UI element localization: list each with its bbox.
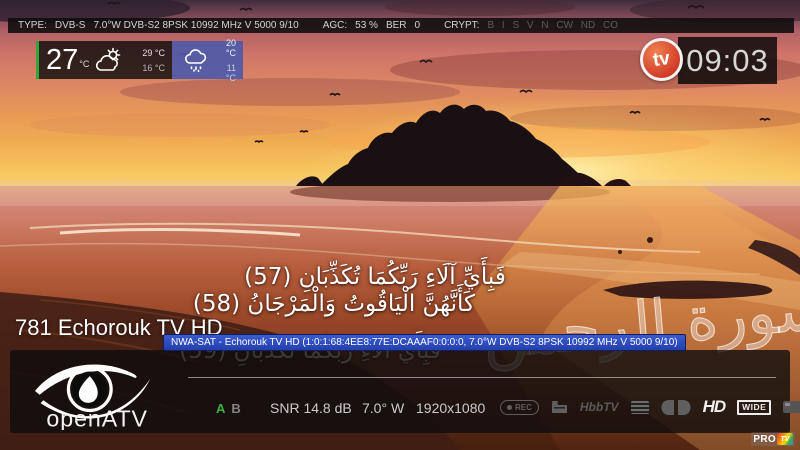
current-temperature: 27 — [46, 46, 78, 75]
openatv-logo: openATV — [30, 352, 170, 430]
subtitle-icon — [783, 401, 800, 413]
weather-tomorrow: 20 °C 11 °C — [172, 41, 243, 79]
channel-number: 781 — [15, 315, 52, 340]
brand-text: openATV — [46, 405, 148, 430]
record-dot — [507, 405, 512, 410]
agc-value: 53 % — [355, 20, 378, 31]
record-label: REC — [515, 403, 532, 412]
status-icon-row: REC HbbTV HD WIDE — [500, 396, 800, 418]
channel-logo-text: tv — [652, 49, 671, 70]
ber-label: BER — [386, 20, 407, 31]
tv-screen: TYPE: DVB-S 7.0°W DVB-S2 8PSK 10992 MHz … — [0, 0, 800, 450]
tuner-a-indicator: A — [216, 401, 225, 416]
orbital-position: 7.0° W — [362, 400, 404, 416]
weather-widget: 27 °C 29 °C 16 °C 20 — [36, 41, 243, 79]
resolution-value: 1920x1080 — [416, 400, 485, 416]
media-folder-icon — [551, 400, 568, 414]
weather-today: 27 °C 29 °C 16 °C — [39, 41, 172, 79]
rain-cloud-icon — [184, 48, 209, 72]
today-high-temp: 29 °C — [142, 48, 165, 58]
watermark-tv-logo: TV — [777, 433, 793, 445]
infobar: openATV AB SNR 14.8 dB 7.0° W 1920x1080 … — [10, 350, 790, 433]
crypt-label: CRYPT: — [444, 20, 479, 31]
crypt-systems: B I S V N CW ND CO — [487, 20, 618, 31]
tuner-status-bar: TYPE: DVB-S 7.0°W DVB-S2 8PSK 10992 MHz … — [8, 18, 794, 33]
service-tooltip: NWA-SAT - Echorouk TV HD (1:0:1:68:4EE8:… — [163, 334, 686, 351]
clock: 09:03 — [678, 37, 777, 84]
tomorrow-low-temp: 11 °C — [216, 63, 236, 83]
tuner-b-indicator: B — [231, 401, 240, 416]
snr-value: SNR 14.8 dB — [270, 400, 352, 416]
today-low-temp: 16 °C — [142, 63, 165, 73]
tomorrow-high-temp: 20 °C — [216, 38, 236, 58]
clock-time: 09:03 — [686, 43, 769, 79]
teletext-icon — [631, 401, 649, 414]
sun-cloud-icon — [94, 47, 124, 74]
watermark-pro-text: PRO — [753, 434, 776, 445]
record-icon: REC — [500, 400, 539, 415]
watermark-tv-text: TV — [781, 436, 790, 443]
hbbtv-logo: HbbTV — [580, 400, 619, 414]
type-label: TYPE: — [18, 20, 47, 31]
subtitle-line-1: فَبِأَيِّ آلَاءِ رَبِّكُمَا تُكَذِّبَانِ… — [240, 264, 510, 290]
tuner-indicators: AB — [216, 401, 241, 416]
agc-label: AGC: — [323, 20, 347, 31]
subtitle-line-2: كَأَنَّهُنَّ الْيَاقُوتُ وَالْمَرْجَانُ … — [205, 291, 475, 317]
degree-unit: °C — [79, 59, 89, 69]
type-value: DVB-S — [55, 20, 86, 31]
ber-value: 0 — [415, 20, 421, 31]
infobar-separator — [188, 377, 776, 378]
channel-logo: tv — [640, 38, 683, 81]
hd-indicator: HD — [703, 397, 726, 417]
dolby-digital-icon — [661, 399, 691, 416]
wide-indicator: WIDE — [737, 400, 771, 415]
transponder-info: 7.0°W DVB-S2 8PSK 10992 MHz V 5000 9/10 — [93, 20, 298, 31]
channel-watermark: PRO TV — [751, 432, 795, 446]
